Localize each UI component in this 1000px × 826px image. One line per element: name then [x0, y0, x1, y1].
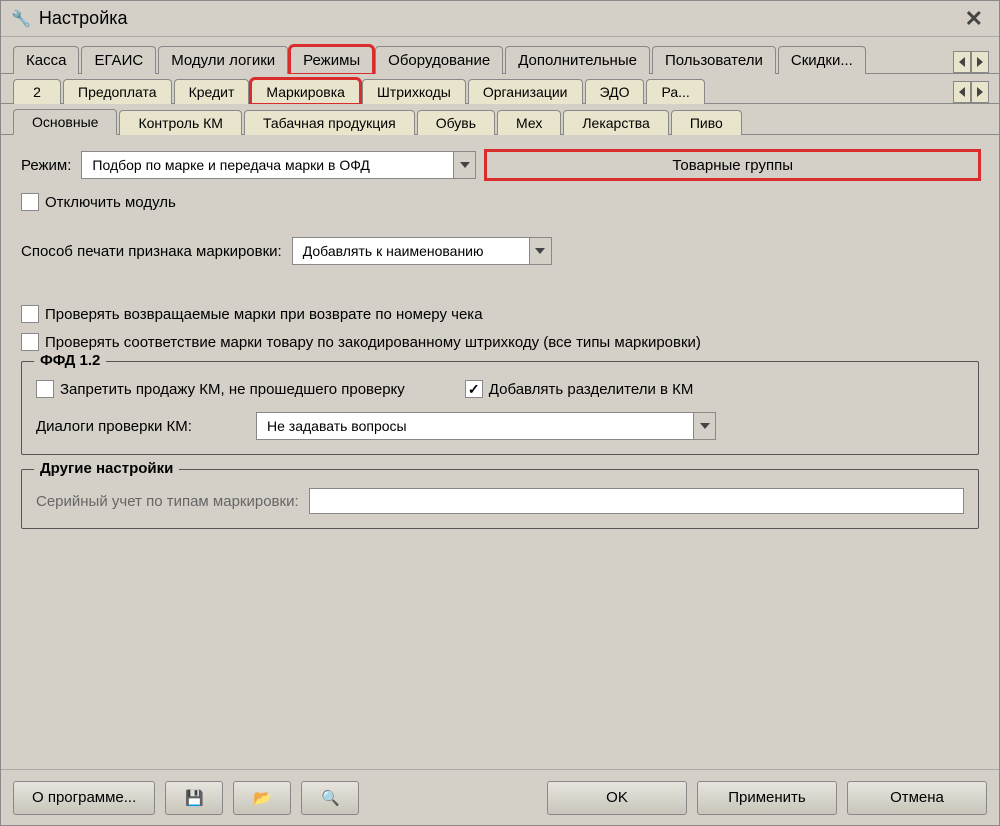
content-area: Режим: Подбор по марке и передача марки …	[1, 135, 999, 769]
check-match-checkbox[interactable]	[21, 333, 39, 351]
tab3-4[interactable]: Мех	[497, 110, 561, 135]
titlebar: 🔧 Настройка ✕	[1, 1, 999, 37]
ok-button-label: OK	[606, 789, 628, 806]
tab3-6[interactable]: Пиво	[671, 110, 742, 135]
floppy-icon: 💾	[185, 789, 204, 807]
ffd-fieldset: ФФД 1.2 Запретить продажу КМ, не прошедш…	[21, 361, 979, 455]
tab3-2[interactable]: Табачная продукция	[244, 110, 415, 135]
tab2-7[interactable]: Ра...	[646, 79, 704, 104]
dialogs-combo[interactable]: Не задавать вопросы	[256, 412, 716, 440]
menu-tab-4[interactable]: Оборудование	[375, 46, 503, 74]
tab2-5[interactable]: Организации	[468, 79, 583, 104]
disable-module-label: Отключить модуль	[45, 194, 176, 211]
tabs2-scroll-left[interactable]	[953, 81, 971, 103]
tab2-1[interactable]: Предоплата	[63, 79, 172, 104]
tab3-1[interactable]: Контроль КМ	[119, 110, 242, 135]
check-match-label: Проверять соответствие марки товару по з…	[45, 334, 701, 351]
window-title: Настройка	[39, 8, 951, 29]
forbid-sale-checkbox[interactable]	[36, 380, 54, 398]
serial-textbox[interactable]	[309, 488, 964, 514]
dialogs-combo-button[interactable]	[693, 413, 715, 439]
other-legend: Другие настройки	[34, 460, 179, 477]
tab3-0[interactable]: Основные	[13, 109, 117, 135]
print-method-combo[interactable]: Добавлять к наименованию	[292, 237, 552, 265]
print-method-label: Способ печати признака маркировки:	[21, 243, 282, 260]
menu-tab-5[interactable]: Дополнительные	[505, 46, 650, 74]
dialogs-label: Диалоги проверки КМ:	[36, 418, 246, 435]
print-method-combo-text: Добавлять к наименованию	[293, 238, 529, 264]
tab2-0[interactable]: 2	[13, 79, 61, 104]
check-returned-label: Проверять возвращаемые марки при возврат…	[45, 306, 483, 323]
app-icon: 🔧	[11, 9, 31, 29]
open-button[interactable]: 📂	[233, 781, 291, 815]
cancel-button-label: Отмена	[890, 789, 944, 806]
menu-tab-2[interactable]: Модули логики	[158, 46, 288, 74]
search-button[interactable]: 🔍	[301, 781, 359, 815]
search-icon: 🔍	[321, 789, 340, 807]
serial-label: Серийный учет по типам маркировки:	[36, 493, 299, 510]
menu-scroll-left[interactable]	[953, 51, 971, 73]
tab2-6[interactable]: ЭДО	[585, 79, 645, 104]
disable-module-checkbox[interactable]	[21, 193, 39, 211]
mode-combo-text: Подбор по марке и передача марки в ОФД	[82, 152, 453, 178]
menu-scroll-right[interactable]	[971, 51, 989, 73]
apply-button-label: Применить	[728, 789, 806, 806]
menu-tab-3[interactable]: Режимы	[290, 46, 373, 74]
tab2-4[interactable]: Штрихкоды	[362, 79, 466, 104]
tab3-3[interactable]: Обувь	[417, 110, 495, 135]
tab2-2[interactable]: Кредит	[174, 79, 250, 104]
tabs-level2: 2ПредоплатаКредитМаркировкаШтрихкодыОрга…	[1, 74, 999, 104]
add-separators-label: Добавлять разделители в КМ	[489, 381, 694, 398]
main-menu: КассаЕГАИСМодули логикиРежимыОборудовани…	[1, 37, 999, 74]
mode-label: Режим:	[21, 157, 71, 174]
bottom-toolbar: О программе... 💾 📂 🔍 OK Применить Отмена	[1, 769, 999, 825]
dialogs-combo-text: Не задавать вопросы	[257, 413, 693, 439]
menu-tab-7[interactable]: Скидки...	[778, 46, 866, 74]
mode-combo-button[interactable]	[453, 152, 475, 178]
mode-combo[interactable]: Подбор по марке и передача марки в ОФД	[81, 151, 476, 179]
forbid-sale-label: Запретить продажу КМ, не прошедшего пров…	[60, 381, 405, 398]
print-method-combo-button[interactable]	[529, 238, 551, 264]
cancel-button[interactable]: Отмена	[847, 781, 987, 815]
close-button[interactable]: ✕	[959, 6, 989, 32]
check-returned-checkbox[interactable]	[21, 305, 39, 323]
ffd-legend: ФФД 1.2	[34, 352, 106, 369]
add-separators-checkbox[interactable]	[465, 380, 483, 398]
menu-tab-6[interactable]: Пользователи	[652, 46, 776, 74]
other-fieldset: Другие настройки Серийный учет по типам …	[21, 469, 979, 529]
menu-tab-1[interactable]: ЕГАИС	[81, 46, 156, 74]
tabs-level3: ОсновныеКонтроль КМТабачная продукцияОбу…	[1, 104, 999, 135]
ok-button[interactable]: OK	[547, 781, 687, 815]
folder-icon: 📂	[253, 789, 272, 807]
tabs2-scroll-right[interactable]	[971, 81, 989, 103]
product-groups-button-label: Товарные группы	[672, 157, 793, 174]
tab3-5[interactable]: Лекарства	[563, 110, 668, 135]
tab2-3[interactable]: Маркировка	[251, 79, 360, 104]
product-groups-button[interactable]: Товарные группы	[486, 151, 979, 179]
save-button[interactable]: 💾	[165, 781, 223, 815]
apply-button[interactable]: Применить	[697, 781, 837, 815]
about-button[interactable]: О программе...	[13, 781, 155, 815]
menu-tab-0[interactable]: Касса	[13, 46, 79, 74]
about-button-label: О программе...	[32, 789, 136, 806]
